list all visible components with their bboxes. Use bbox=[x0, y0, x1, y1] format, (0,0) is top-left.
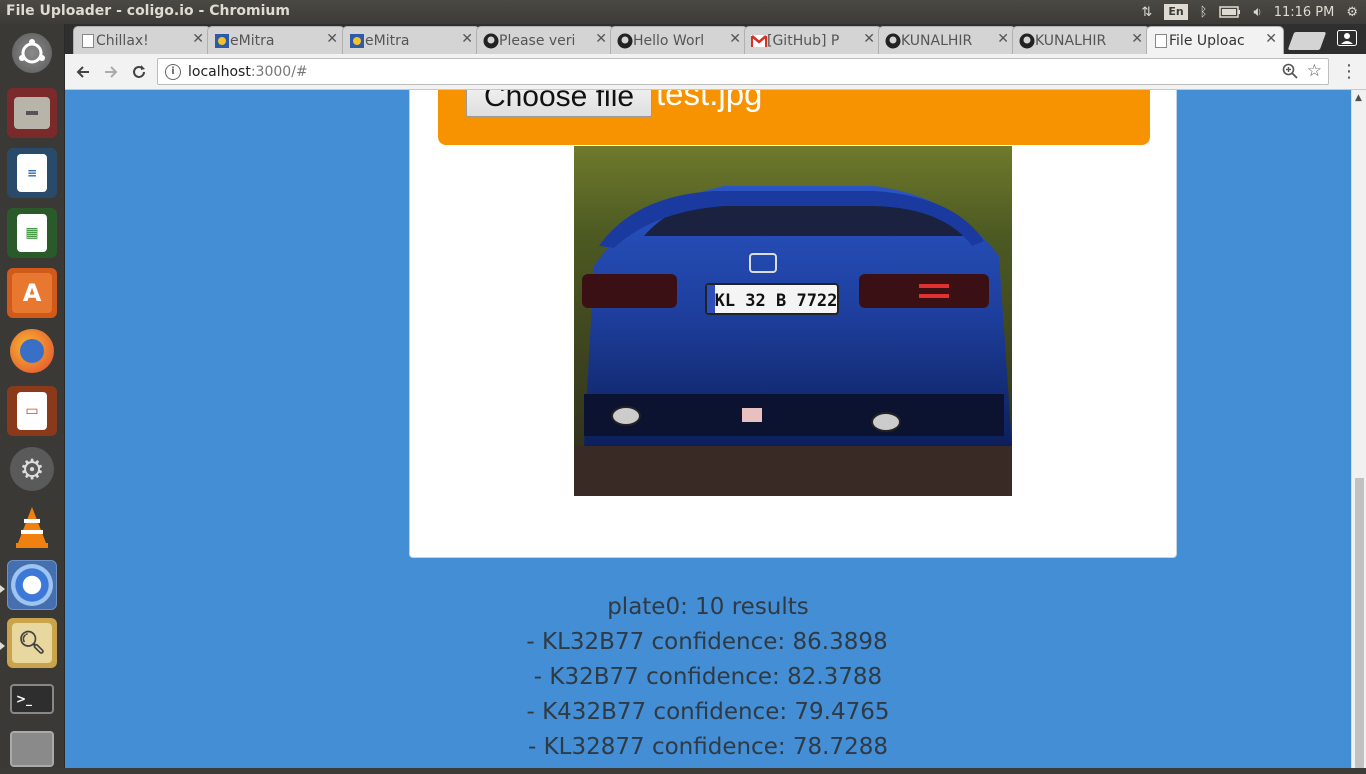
gmail-icon bbox=[751, 33, 767, 49]
recognition-results: plate0: 10 results - KL32B77 confidence:… bbox=[65, 590, 1351, 765]
zoom-icon[interactable] bbox=[1282, 63, 1298, 83]
firefox-icon[interactable] bbox=[7, 326, 57, 376]
choose-file-button[interactable]: Choose file bbox=[466, 90, 652, 117]
tab-strip: Chillax! ✕ eMitra ✕ eMitra ✕ Please veri… bbox=[65, 24, 1366, 54]
github-icon bbox=[1019, 33, 1035, 49]
bluetooth-icon[interactable]: ᛒ bbox=[1200, 5, 1208, 20]
tab[interactable]: eMitra ✕ bbox=[342, 26, 480, 54]
workspaces-icon[interactable] bbox=[7, 724, 57, 774]
menu-kebab-icon[interactable]: ⋮ bbox=[1340, 61, 1358, 82]
close-tab-icon[interactable]: ✕ bbox=[192, 31, 204, 47]
chromium-icon[interactable] bbox=[7, 560, 57, 610]
github-icon bbox=[885, 33, 901, 49]
software-center-icon[interactable]: A bbox=[7, 268, 57, 318]
running-indicator bbox=[0, 642, 5, 650]
upload-card: Choose file test.jpg KL 32 B 7722 bbox=[409, 90, 1177, 558]
tab[interactable]: KUNALHIR ✕ bbox=[878, 26, 1016, 54]
emitra-icon bbox=[214, 33, 230, 49]
window-title: File Uploader - coligo.io - Chromium bbox=[6, 3, 290, 19]
back-arrow-icon[interactable] bbox=[71, 60, 95, 84]
close-tab-icon[interactable]: ✕ bbox=[1265, 31, 1277, 47]
close-tab-icon[interactable]: ✕ bbox=[595, 31, 607, 47]
calc-icon[interactable]: ▦ bbox=[7, 208, 57, 258]
new-tab-button[interactable] bbox=[1287, 32, 1327, 50]
tab[interactable]: Hello Worl ✕ bbox=[610, 26, 748, 54]
volume-icon[interactable]: 🔉︎ bbox=[1253, 5, 1261, 20]
image-viewer-icon[interactable]: 🔍︎ bbox=[7, 618, 57, 668]
network-arrows-icon[interactable]: ⇅ bbox=[1141, 5, 1152, 20]
license-plate-text: KL 32 B 7722 bbox=[715, 291, 838, 311]
keyboard-language-indicator[interactable]: En bbox=[1164, 4, 1188, 20]
scrollbar-thumb[interactable] bbox=[1355, 478, 1364, 768]
bookmark-star-icon[interactable]: ☆ bbox=[1307, 61, 1322, 81]
tab[interactable]: Please veri ✕ bbox=[476, 26, 614, 54]
doc-icon bbox=[1153, 33, 1169, 49]
github-icon bbox=[483, 33, 499, 49]
top-panel: File Uploader - coligo.io - Chromium ⇅ E… bbox=[0, 0, 1366, 24]
close-tab-icon[interactable]: ✕ bbox=[997, 31, 1009, 47]
info-icon[interactable]: i bbox=[165, 63, 181, 80]
ubuntu-dash-icon[interactable] bbox=[7, 28, 57, 78]
launcher: ≡ ▦ A ▭ ⚙ 🔍︎ >_ bbox=[0, 24, 65, 768]
impress-icon[interactable]: ▭ bbox=[7, 386, 57, 436]
tab[interactable]: eMitra ✕ bbox=[207, 26, 345, 54]
result-item: - K32B77 confidence: 82.3788 bbox=[533, 664, 883, 690]
upload-bar: Choose file test.jpg bbox=[438, 90, 1150, 145]
url-path: :3000/# bbox=[250, 63, 308, 80]
browser-toolbar: i localhost:3000/# ☆ ⋮ bbox=[65, 54, 1366, 90]
terminal-icon[interactable]: >_ bbox=[7, 674, 57, 724]
vlc-icon[interactable] bbox=[7, 502, 57, 552]
result-item: - KL32877 confidence: 78.7288 bbox=[527, 734, 889, 760]
page-scrollbar[interactable]: ▲ bbox=[1351, 90, 1366, 768]
selected-file-name: test.jpg bbox=[656, 90, 763, 112]
tab[interactable]: [GitHub] P ✕ bbox=[744, 26, 882, 54]
results-heading: plate0: 10 results bbox=[607, 594, 809, 620]
tab-active[interactable]: File Uploac ✕ bbox=[1146, 26, 1284, 54]
url-host: localhost bbox=[188, 63, 251, 80]
close-tab-icon[interactable]: ✕ bbox=[461, 31, 473, 47]
tab[interactable]: Chillax! ✕ bbox=[73, 26, 211, 54]
battery-icon[interactable] bbox=[1219, 6, 1241, 18]
indicator-area: ⇅ En ᛒ 🔉︎ 11:16 PM ⚙ bbox=[1141, 0, 1366, 24]
close-tab-icon[interactable]: ✕ bbox=[729, 31, 741, 47]
settings-gear-icon[interactable]: ⚙ bbox=[1346, 5, 1358, 20]
scroll-up-arrow-icon[interactable]: ▲ bbox=[1355, 93, 1362, 103]
doc-icon bbox=[80, 33, 96, 49]
emitra-icon bbox=[349, 33, 365, 49]
profile-icon[interactable] bbox=[1333, 27, 1361, 49]
system-settings-icon[interactable]: ⚙ bbox=[7, 444, 57, 494]
close-tab-icon[interactable]: ✕ bbox=[326, 31, 338, 47]
close-tab-icon[interactable]: ✕ bbox=[1131, 31, 1143, 47]
reload-icon[interactable] bbox=[127, 60, 151, 84]
clock[interactable]: 11:16 PM bbox=[1274, 5, 1335, 20]
address-bar[interactable]: i localhost:3000/# ☆ bbox=[157, 58, 1329, 85]
tab[interactable]: KUNALHIR ✕ bbox=[1012, 26, 1150, 54]
page-content: Choose file test.jpg KL 32 B 7722 plate0… bbox=[65, 90, 1351, 768]
writer-icon[interactable]: ≡ bbox=[7, 148, 57, 198]
uploaded-car-photo: KL 32 B 7722 bbox=[574, 146, 1012, 496]
forward-arrow-icon[interactable] bbox=[99, 60, 123, 84]
running-indicator bbox=[0, 585, 5, 593]
files-icon[interactable] bbox=[7, 88, 57, 138]
result-item: - KL32B77 confidence: 86.3898 bbox=[526, 629, 888, 655]
close-tab-icon[interactable]: ✕ bbox=[863, 31, 875, 47]
github-icon bbox=[617, 33, 633, 49]
result-item: - K432B77 confidence: 79.4765 bbox=[526, 699, 890, 725]
